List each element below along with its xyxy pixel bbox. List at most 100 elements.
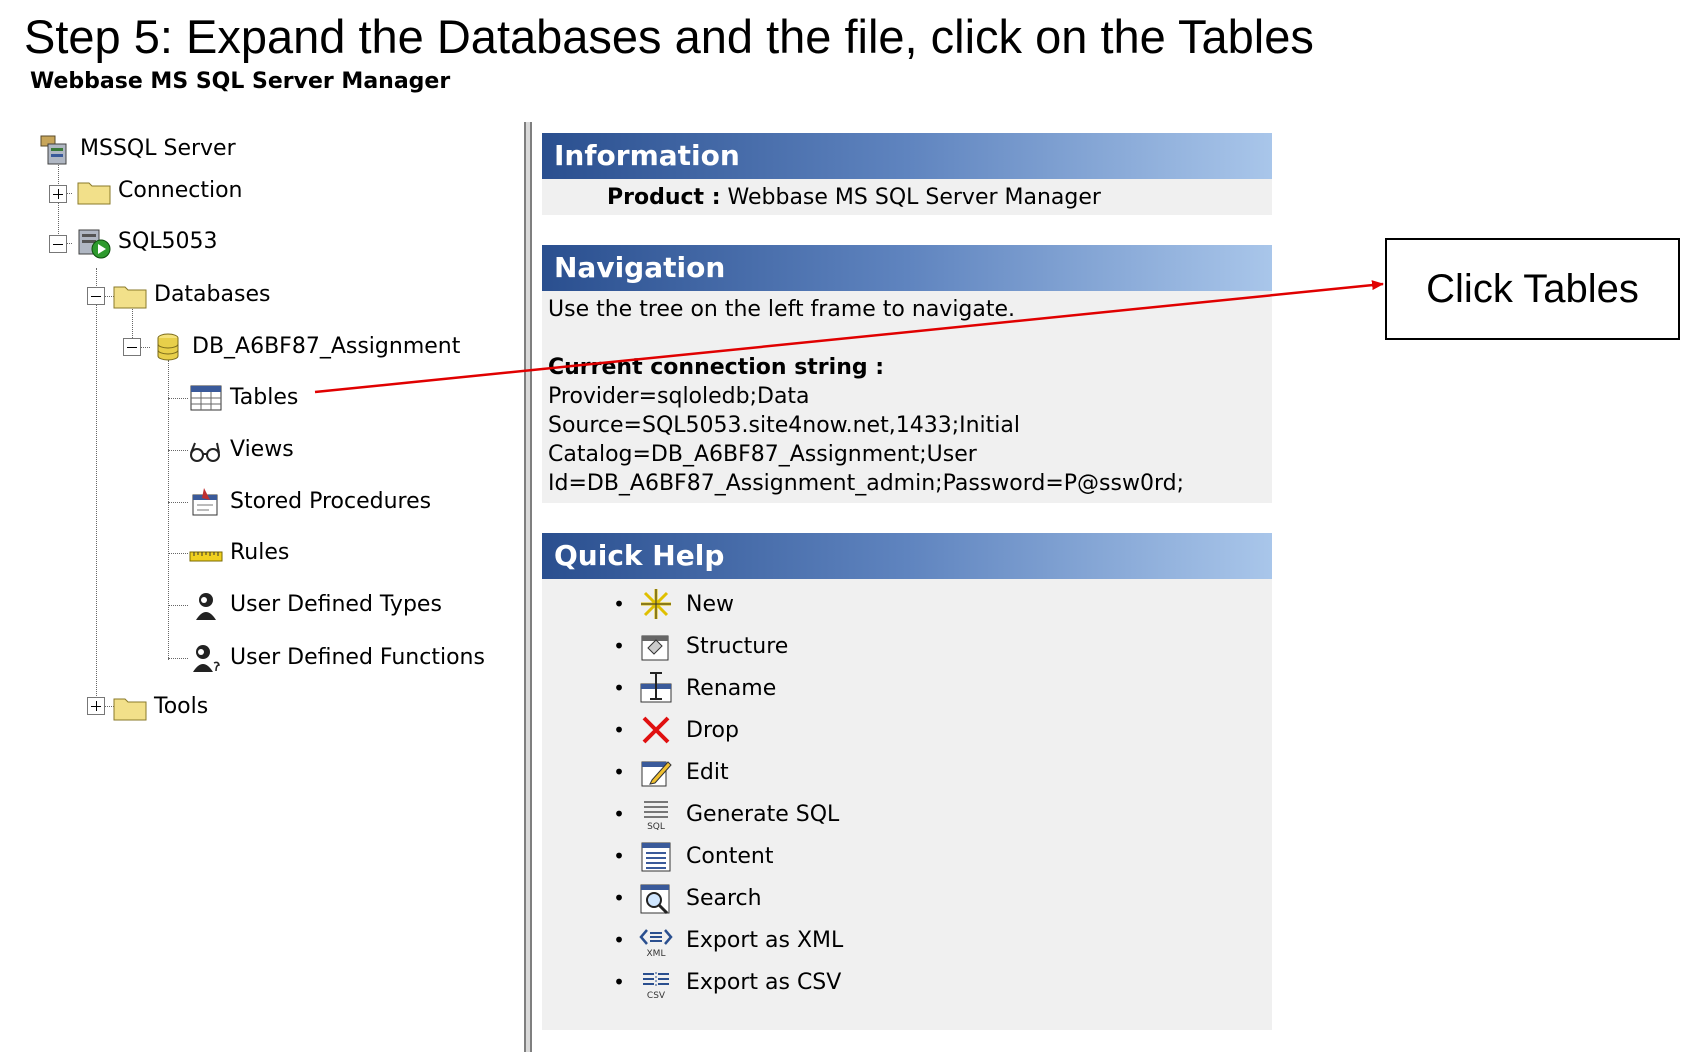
help-item-label: New: [686, 591, 734, 617]
help-item-generate-sql: • SQL Generate SQL: [604, 793, 1272, 835]
tree-line: [168, 502, 188, 503]
expand-connection-toggle[interactable]: [49, 185, 67, 203]
connection-string-line: Id=DB_A6BF87_Assignment_admin;Password=P…: [548, 471, 1184, 496]
search-icon: [640, 884, 670, 915]
help-item-label: Export as XML: [686, 927, 844, 953]
rename-icon: [640, 672, 672, 703]
help-item-label: Structure: [686, 633, 789, 659]
export-csv-icon: CSV: [643, 972, 669, 1000]
help-item-label: Edit: [686, 759, 729, 785]
tree-item-tools[interactable]: Tools: [112, 690, 208, 724]
tree-item-stored-procedures[interactable]: Stored Procedures: [188, 485, 431, 519]
bullet: •: [613, 970, 625, 994]
tree-label: User Defined Functions: [230, 645, 485, 670]
user-defined-function-icon: [193, 645, 220, 672]
collapse-sql5053-toggle[interactable]: [49, 235, 67, 253]
help-item-label: Export as CSV: [686, 969, 842, 995]
connection-string-line: Source=SQL5053.site4now.net,1433;Initial: [548, 413, 1020, 438]
drop-x-icon: [642, 716, 670, 744]
help-item-structure: • Structure: [604, 625, 1272, 667]
folder-icon: [77, 182, 111, 205]
help-item-label: Generate SQL: [686, 801, 840, 827]
bullet: •: [613, 634, 625, 658]
tree-line: [96, 268, 97, 708]
quick-help-list: • New • Structure • Rename • Drop • Edit…: [542, 579, 1272, 1003]
tree-item-databases[interactable]: Databases: [112, 278, 270, 312]
product-label: Product :: [607, 185, 721, 210]
connection-string-line: Provider=sqloledb;Data: [548, 384, 810, 409]
ruler-icon: [189, 551, 223, 562]
frame-divider[interactable]: [524, 122, 532, 1052]
help-item-label: Rename: [686, 675, 777, 701]
tree-label: Tables: [230, 385, 299, 410]
click-tables-callout: Click Tables: [1385, 238, 1680, 340]
glasses-icon: [190, 442, 220, 462]
bullet: •: [613, 592, 625, 616]
tree-line: [168, 605, 188, 606]
bullet: •: [613, 844, 625, 868]
quick-help-panel: Quick Help • New • Structure • Rename • …: [542, 533, 1272, 1030]
tree-line: [168, 553, 188, 554]
icon-caption: SQL: [647, 822, 665, 832]
help-item-rename: • Rename: [604, 667, 1272, 709]
tree-label: MSSQL Server: [80, 136, 236, 161]
collapse-database-file-toggle[interactable]: [123, 338, 141, 356]
quick-help-header: Quick Help: [542, 533, 1272, 579]
tree-item-sql5053[interactable]: SQL5053: [76, 225, 218, 259]
content-icon: [641, 842, 671, 872]
database-icon: [157, 333, 179, 361]
expand-tools-toggle[interactable]: [87, 697, 105, 715]
connection-string-line: Catalog=DB_A6BF87_Assignment;User: [548, 442, 977, 467]
tree-line: [168, 360, 169, 660]
tree-line: [168, 398, 188, 399]
bullet: •: [613, 760, 625, 784]
tree-label: Connection: [118, 178, 243, 203]
tree-label: Stored Procedures: [230, 489, 432, 514]
icon-caption: XML: [647, 949, 666, 958]
tree-item-database-file[interactable]: DB_A6BF87_Assignment: [150, 330, 460, 364]
navigation-text: Use the tree on the left frame to naviga…: [548, 297, 1016, 322]
help-item-label: Content: [686, 843, 774, 869]
structure-icon: [641, 635, 669, 661]
bullet: •: [613, 676, 625, 700]
help-item-label: Search: [686, 885, 762, 911]
help-item-label: Drop: [686, 717, 739, 743]
connection-string-label: Current connection string :: [548, 355, 885, 380]
tree-label: Tools: [154, 694, 209, 719]
bullet: •: [613, 718, 625, 742]
folder-open-icon: [113, 286, 147, 309]
help-item-export-csv: • CSV Export as CSV: [604, 961, 1272, 1003]
table-icon: [190, 385, 222, 411]
product-value: Webbase MS SQL Server Manager: [727, 185, 1101, 210]
new-star-icon: [641, 589, 671, 619]
help-item-content: • Content: [604, 835, 1272, 877]
export-xml-icon: XML: [639, 929, 673, 958]
information-panel: Information Product : Webbase MS SQL Ser…: [542, 133, 1272, 215]
tree-item-mssql-server[interactable]: MSSQL Server: [38, 132, 236, 166]
information-header: Information: [542, 133, 1272, 179]
tree-item-rules[interactable]: Rules: [188, 536, 289, 570]
server-running-icon: [78, 229, 111, 259]
bullet: •: [613, 886, 625, 910]
tree-line: [168, 450, 188, 451]
app-title: Webbase MS SQL Server Manager: [30, 69, 451, 94]
step-title: Step 5: Expand the Databases and the fil…: [24, 10, 1314, 63]
folder-icon: [113, 698, 147, 721]
tree-label: Views: [230, 437, 294, 462]
tree-label: SQL5053: [118, 229, 218, 254]
generate-sql-icon: SQL: [644, 801, 668, 832]
tree-label: User Defined Types: [230, 592, 442, 617]
help-item-export-xml: • XML Export as XML: [604, 919, 1272, 961]
tree-line: [168, 658, 188, 659]
tree-item-connection[interactable]: Connection: [76, 174, 242, 208]
help-item-drop: • Drop: [604, 709, 1272, 751]
server-icon: [40, 135, 67, 165]
tree-item-tables[interactable]: Tables: [188, 381, 298, 415]
tree-item-user-defined-types[interactable]: User Defined Types: [188, 588, 442, 622]
tree-label: Databases: [154, 282, 271, 307]
collapse-databases-toggle[interactable]: [87, 287, 105, 305]
user-defined-type-icon: [196, 593, 216, 620]
tree-label: Rules: [230, 540, 290, 565]
tree-item-user-defined-functions[interactable]: User Defined Functions: [188, 641, 485, 675]
tree-item-views[interactable]: Views: [188, 433, 294, 467]
